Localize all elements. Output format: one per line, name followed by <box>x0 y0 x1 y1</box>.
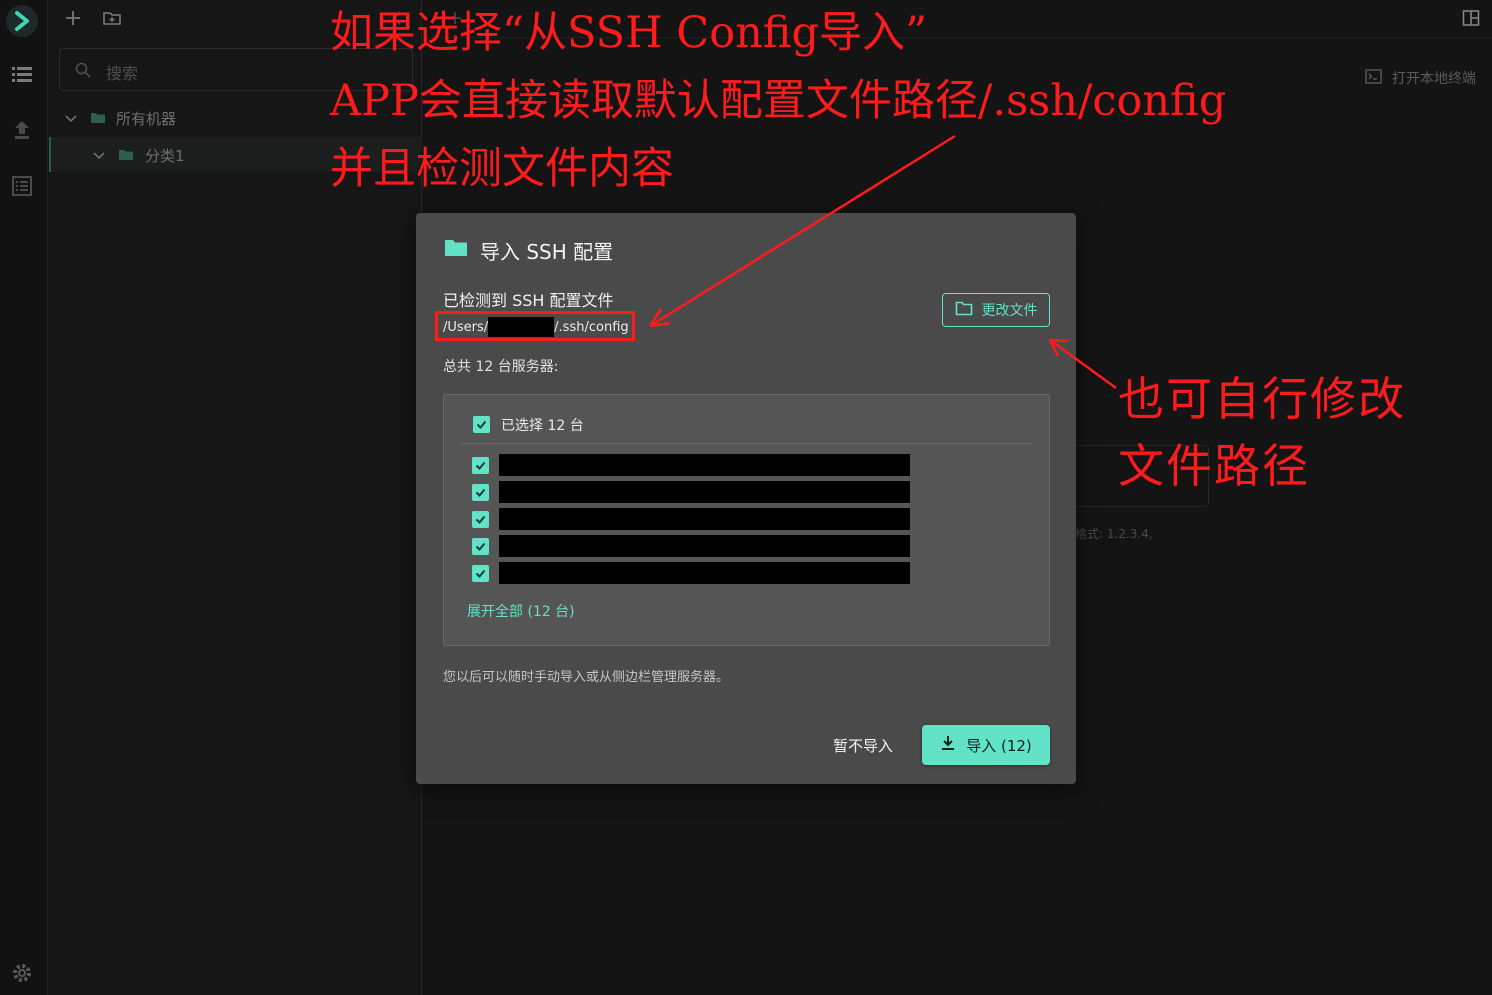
check-icon <box>476 420 487 429</box>
terminal-icon <box>1365 68 1382 88</box>
import-button-label: 导入 (12) <box>966 736 1032 755</box>
folder-outline-icon <box>955 301 973 320</box>
select-all-row[interactable]: 已选择 12 台 <box>461 413 1031 444</box>
server-row[interactable] <box>472 535 912 557</box>
annotation-highlight-box <box>435 311 635 341</box>
redacted-server-name <box>499 481 910 503</box>
download-icon <box>940 735 956 755</box>
log-list-icon[interactable] <box>11 175 33 197</box>
annotation-text-1: 如果选择“从SSH Config导入” <box>330 8 927 58</box>
expand-all-link[interactable]: 展开全部 (12 台) <box>467 601 575 621</box>
server-checkbox[interactable] <box>472 511 489 528</box>
server-checkbox[interactable] <box>472 457 489 474</box>
search-placeholder: 搜索 <box>106 64 139 83</box>
check-icon <box>475 515 486 524</box>
chevron-down-icon <box>63 110 79 126</box>
open-local-terminal-label: 打开本地终端 <box>1392 71 1476 87</box>
tree-item-label: 所有机器 <box>116 110 177 128</box>
selected-count-label: 已选择 12 台 <box>501 418 584 434</box>
add-server-icon[interactable] <box>63 8 83 28</box>
server-list-icon[interactable] <box>11 64 33 86</box>
redacted-server-name <box>499 535 910 557</box>
server-row[interactable] <box>472 454 912 476</box>
icon-rail <box>0 0 48 995</box>
select-all-checkbox[interactable] <box>473 416 490 433</box>
search-icon <box>74 61 92 79</box>
app-window: 搜索 所有机器 分类1 打开本地终端 格式: 1.2.3.4, 导入 SSH 配… <box>0 0 1492 995</box>
annotation-text-5: 文件路径 <box>1118 439 1310 493</box>
server-row[interactable] <box>472 481 912 503</box>
detected-file-label: 已检测到 SSH 配置文件 <box>443 291 614 310</box>
server-checkbox[interactable] <box>472 484 489 501</box>
dialog-note: 您以后可以随时手动导入或从侧边栏管理服务器。 <box>443 670 730 685</box>
settings-gear-icon[interactable] <box>11 962 33 984</box>
check-icon <box>475 488 486 497</box>
server-total-label: 总共 12 台服务器: <box>443 359 559 375</box>
folder-icon <box>90 110 106 126</box>
app-logo-icon <box>6 5 38 37</box>
redacted-server-name <box>499 454 910 476</box>
check-icon <box>475 461 486 470</box>
folder-icon <box>118 147 134 163</box>
annotation-text-3: 并且检测文件内容 <box>330 144 674 194</box>
dialog-title-text: 导入 SSH 配置 <box>480 239 614 264</box>
skip-import-button[interactable]: 暂不导入 <box>822 725 904 765</box>
check-icon <box>475 569 486 578</box>
annotation-text-4: 也可自行修改 <box>1118 372 1406 426</box>
check-icon <box>475 542 486 551</box>
open-local-terminal-button[interactable]: 打开本地终端 <box>1365 68 1476 88</box>
change-file-label: 更改文件 <box>981 303 1038 319</box>
server-row[interactable] <box>472 562 912 584</box>
change-file-button[interactable]: 更改文件 <box>942 293 1050 327</box>
server-list-box: 已选择 12 台 展开全部 (12 台) <box>443 394 1050 646</box>
server-checkbox[interactable] <box>472 538 489 555</box>
redacted-server-name <box>499 508 910 530</box>
add-folder-icon[interactable] <box>102 8 122 28</box>
dialog-title: 导入 SSH 配置 <box>444 237 614 264</box>
chevron-down-icon <box>91 147 107 163</box>
server-checkbox[interactable] <box>472 565 489 582</box>
layout-toggle-icon[interactable] <box>1462 9 1480 27</box>
import-ssh-config-dialog: 导入 SSH 配置 已检测到 SSH 配置文件 /Users/ /.ssh/co… <box>416 213 1076 784</box>
redacted-server-name <box>499 562 910 584</box>
import-button[interactable]: 导入 (12) <box>922 725 1050 765</box>
folder-icon <box>444 238 468 263</box>
tree-item-label: 分类1 <box>145 147 185 165</box>
upload-icon[interactable] <box>11 119 33 141</box>
annotation-text-2: APP会直接读取默认配置文件路径/.ssh/config <box>330 76 1227 126</box>
host-format-hint: 格式: 1.2.3.4, <box>1075 527 1153 541</box>
server-row[interactable] <box>472 508 912 530</box>
